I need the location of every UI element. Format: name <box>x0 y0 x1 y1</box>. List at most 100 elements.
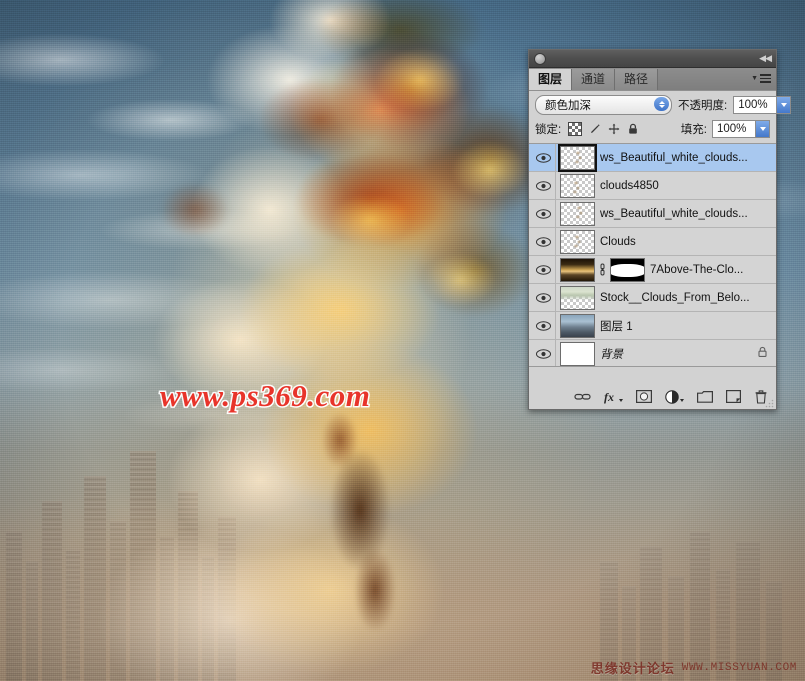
layer-name[interactable]: ws_Beautiful_white_clouds... <box>600 152 776 164</box>
opacity-field[interactable]: 100% <box>733 96 792 114</box>
layers-list[interactable]: ws_Beautiful_white_clouds... clouds4850 … <box>529 143 776 367</box>
center-watermark: www.ps369.com <box>158 377 371 415</box>
layer-name[interactable]: Stock__Clouds_From_Belo... <box>600 292 776 304</box>
blend-mode-select[interactable]: 颜色加深 <box>535 95 672 115</box>
corner-watermark-en: WWW.MISSYUAN.COM <box>681 661 797 674</box>
panel-dock-handle[interactable] <box>534 52 546 65</box>
corner-watermark-cn: 思缘设计论坛 <box>590 661 675 676</box>
table-row[interactable]: 图层 1 <box>529 312 776 340</box>
eye-icon <box>535 152 551 163</box>
table-row[interactable]: clouds4850 <box>529 172 776 200</box>
opacity-value: 100% <box>738 99 768 111</box>
layers-panel-footer[interactable]: fx <box>529 384 776 409</box>
lock-transparent-pixels-icon[interactable] <box>568 122 583 136</box>
add-layer-mask-icon[interactable] <box>636 384 652 409</box>
panel-filler <box>529 367 776 384</box>
layer-name[interactable]: ws_Beautiful_white_clouds... <box>600 208 776 220</box>
lock-label: 锁定: <box>535 124 562 136</box>
fill-dropdown-icon[interactable] <box>755 121 769 137</box>
layer-name[interactable]: clouds4850 <box>600 180 776 192</box>
tab-channels[interactable]: 通道 <box>572 69 616 90</box>
layer-thumbnail-group[interactable] <box>556 144 600 172</box>
layers-panel[interactable]: ◀◀ 图层 通道 路径 ▼ 颜色加深 不透明度: 100% 锁定: 填充: 10… <box>528 49 792 410</box>
layer-locked-icon <box>757 346 768 361</box>
layer-visibility-toggle[interactable] <box>531 228 556 255</box>
fill-value: 100% <box>717 123 747 135</box>
link-layers-icon[interactable] <box>574 384 591 409</box>
tab-layers[interactable]: 图层 <box>529 69 573 90</box>
opacity-dropdown-icon[interactable] <box>776 97 791 113</box>
panel-resize-grip[interactable] <box>765 399 774 408</box>
layer-name[interactable]: 图层 1 <box>600 318 776 334</box>
table-row[interactable]: 7Above-The-Clo... <box>529 256 776 284</box>
tab-paths[interactable]: 路径 <box>615 69 659 90</box>
layer-name[interactable]: Clouds <box>600 236 776 248</box>
table-row[interactable]: 背景 <box>529 340 776 366</box>
layer-thumbnail[interactable] <box>560 313 595 338</box>
blend-mode-value: 颜色加深 <box>545 100 591 112</box>
screenshot-canvas: www.ps369.com 思缘设计论坛 WWW.MISSYUAN.COM ◀◀… <box>0 0 805 681</box>
layer-visibility-toggle[interactable] <box>531 200 556 227</box>
new-group-icon[interactable] <box>697 384 713 409</box>
layer-visibility-toggle[interactable] <box>531 144 556 171</box>
layer-thumbnail-group[interactable] <box>556 257 650 282</box>
fill-label: 填充: <box>680 124 707 136</box>
panel-tabs[interactable]: 图层 通道 路径 ▼ <box>529 68 776 91</box>
eye-icon <box>535 348 551 359</box>
eye-icon <box>535 180 551 191</box>
layer-thumbnail-group[interactable] <box>556 201 600 226</box>
table-row[interactable]: ws_Beautiful_white_clouds... <box>529 200 776 228</box>
tab-paths-label: 路径 <box>624 72 649 86</box>
layer-thumbnail-group[interactable] <box>556 229 600 254</box>
collapse-icon[interactable]: ◀◀ <box>759 54 772 63</box>
lock-all-icon[interactable] <box>627 123 639 135</box>
layer-style-fx-icon[interactable]: fx <box>604 384 623 409</box>
blend-opacity-row: 颜色加深 不透明度: 100% <box>529 91 792 117</box>
layer-visibility-toggle[interactable] <box>531 256 556 283</box>
layer-thumbnail[interactable] <box>560 257 595 282</box>
lock-image-pixels-icon[interactable] <box>589 123 601 135</box>
eye-icon <box>535 208 551 219</box>
layer-thumbnail-group[interactable] <box>556 173 600 198</box>
eye-icon <box>535 320 551 331</box>
panel-menu-icon[interactable]: ▼ <box>751 72 771 85</box>
layer-thumbnail-group[interactable] <box>556 285 600 310</box>
eye-icon <box>535 264 551 275</box>
lock-position-icon[interactable] <box>608 123 620 135</box>
lock-fill-row: 锁定: 填充: 100% <box>529 117 776 143</box>
layer-thumbnail[interactable] <box>560 341 595 366</box>
tab-channels-label: 通道 <box>581 72 606 86</box>
corner-watermark: 思缘设计论坛 WWW.MISSYUAN.COM <box>591 658 797 677</box>
layer-mask-thumbnail[interactable] <box>610 257 645 282</box>
layer-thumbnail[interactable] <box>560 229 595 254</box>
tab-layers-label: 图层 <box>538 72 563 86</box>
layer-thumbnail[interactable] <box>558 144 597 172</box>
lock-buttons[interactable] <box>568 122 639 136</box>
eye-icon <box>535 236 551 247</box>
layer-thumbnail-group[interactable] <box>556 341 600 366</box>
layer-name[interactable]: 7Above-The-Clo... <box>650 264 776 276</box>
table-row[interactable]: Stock__Clouds_From_Belo... <box>529 284 776 312</box>
layer-visibility-toggle[interactable] <box>531 284 556 311</box>
svg-text:fx: fx <box>604 390 614 404</box>
layer-visibility-toggle[interactable] <box>531 312 556 339</box>
layer-thumbnail[interactable] <box>560 201 595 226</box>
chevron-down-icon: ▼ <box>751 74 758 82</box>
eye-icon <box>535 292 551 303</box>
layer-name[interactable]: 背景 <box>600 346 757 362</box>
panel-titlebar[interactable]: ◀◀ <box>529 50 776 68</box>
layer-thumbnail[interactable] <box>560 285 595 310</box>
table-row[interactable]: Clouds <box>529 228 776 256</box>
table-row[interactable]: ws_Beautiful_white_clouds... <box>529 144 776 172</box>
new-adjustment-layer-icon[interactable] <box>665 384 684 409</box>
hamburger-icon <box>760 72 771 85</box>
mask-link-icon[interactable] <box>598 263 607 276</box>
layer-visibility-toggle[interactable] <box>531 172 556 199</box>
layer-visibility-toggle[interactable] <box>531 340 556 366</box>
fill-field[interactable]: 100% <box>712 120 770 138</box>
new-layer-icon[interactable] <box>726 384 741 409</box>
layer-thumbnail-group[interactable] <box>556 313 600 338</box>
layer-thumbnail[interactable] <box>560 173 595 198</box>
blend-mode-stepper-icon[interactable] <box>654 97 669 111</box>
opacity-label: 不透明度: <box>678 100 728 112</box>
